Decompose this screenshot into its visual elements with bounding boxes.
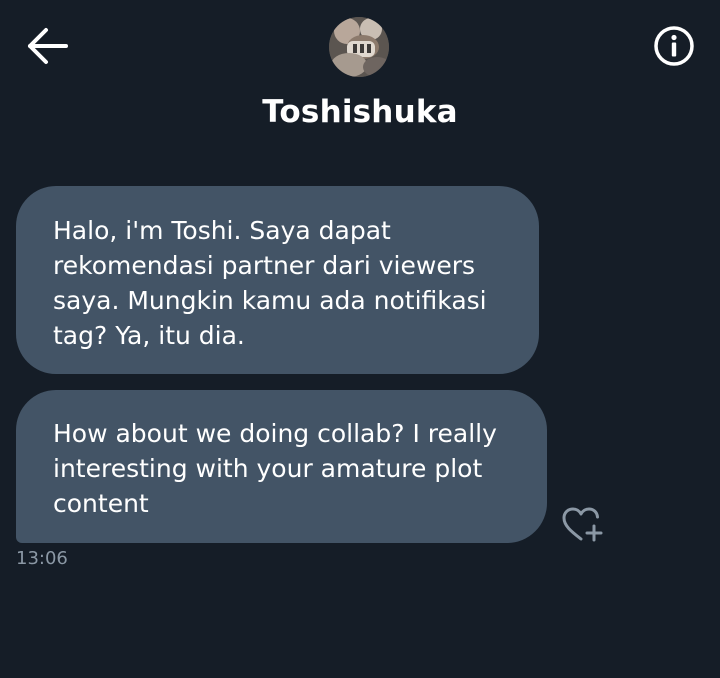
- info-circle-icon: [654, 26, 694, 66]
- message-text: How about we doing collab? I really inte…: [53, 419, 497, 518]
- info-button[interactable]: [652, 24, 696, 68]
- back-button[interactable]: [26, 26, 70, 66]
- arrow-left-icon: [28, 28, 68, 64]
- conversation-title[interactable]: Toshishuka: [0, 94, 720, 130]
- message-timestamp: 13:06: [16, 548, 68, 569]
- profile-avatar: [329, 17, 389, 77]
- dm-conversation-screen: Toshishuka Halo, i'm Toshi. Saya dapat r…: [0, 0, 720, 678]
- heart-plus-icon: [562, 507, 603, 542]
- message-text: Halo, i'm Toshi. Saya dapat rekomendasi …: [53, 216, 487, 350]
- avatar[interactable]: [329, 17, 389, 77]
- message-bubble[interactable]: How about we doing collab? I really inte…: [16, 390, 547, 543]
- react-button[interactable]: [560, 505, 606, 545]
- message-bubble[interactable]: Halo, i'm Toshi. Saya dapat rekomendasi …: [16, 186, 539, 374]
